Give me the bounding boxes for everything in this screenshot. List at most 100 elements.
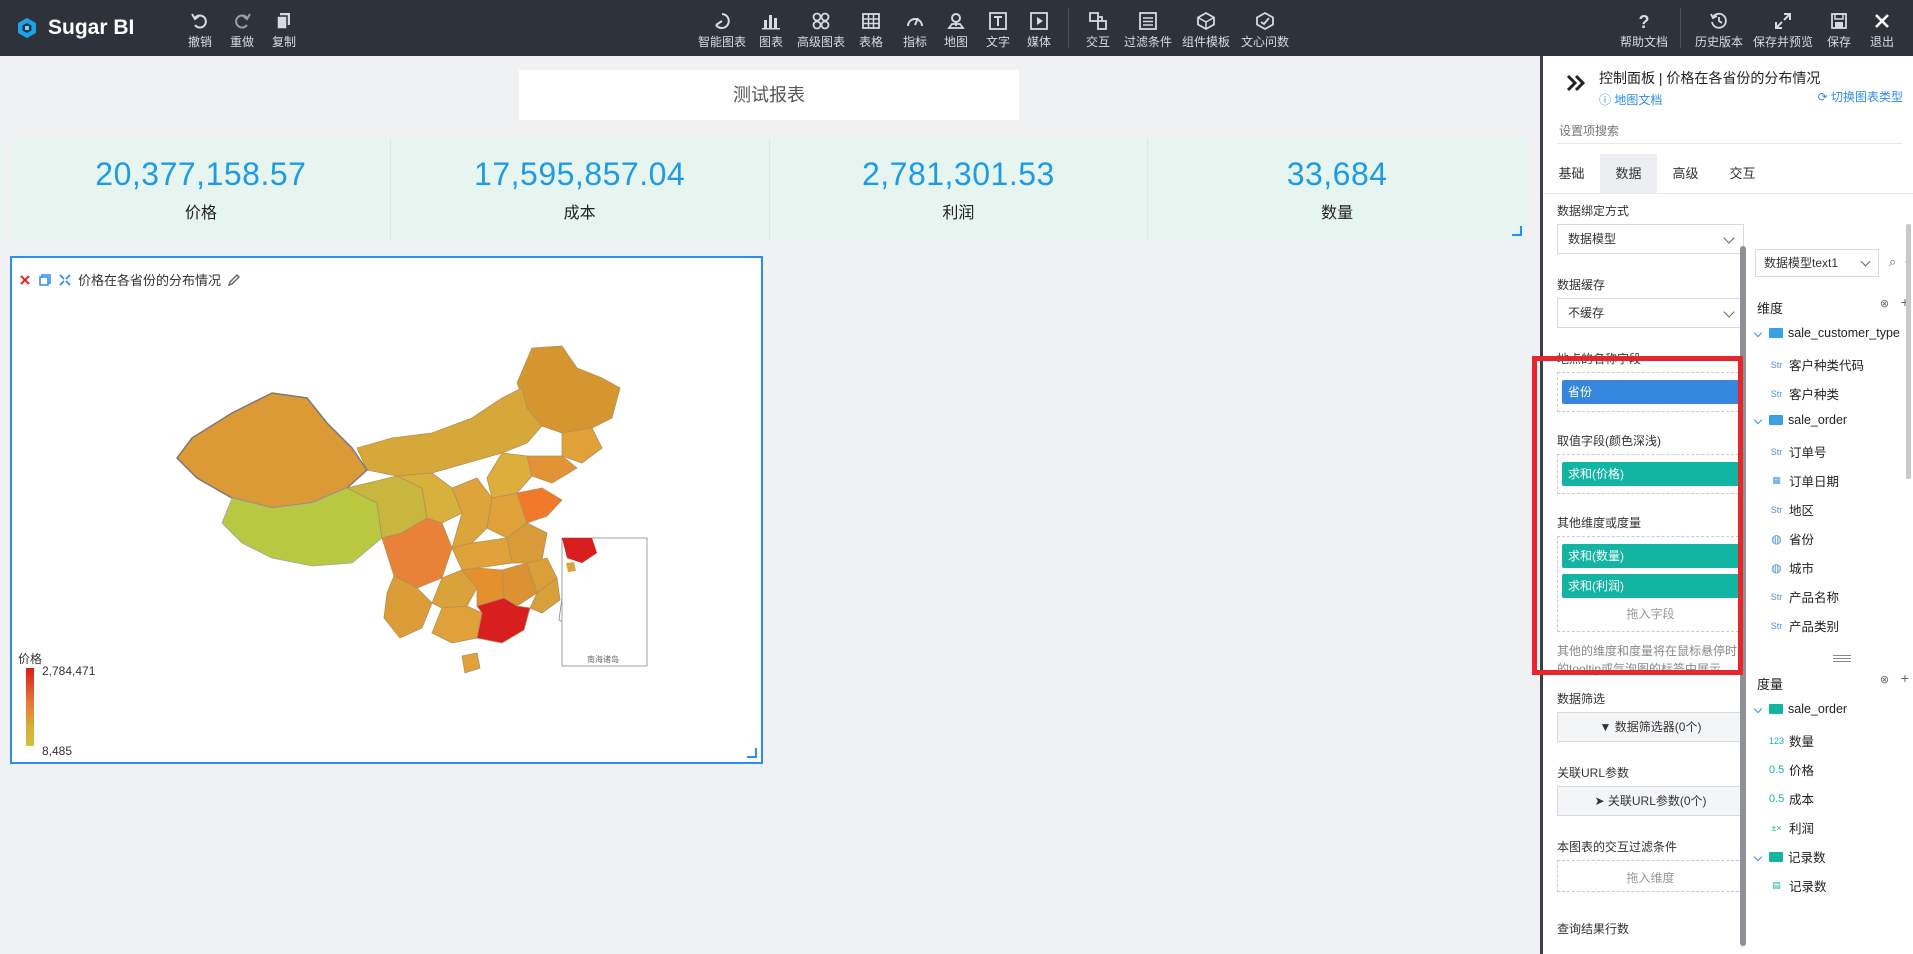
edit-pencil-icon[interactable]: [227, 273, 241, 287]
data-model-select[interactable]: 数据模型text1: [1755, 249, 1879, 277]
report-title[interactable]: 测试报表: [519, 70, 1019, 120]
tab-basic[interactable]: 基础: [1543, 154, 1600, 193]
kpi-quantity[interactable]: 33,684 数量: [1148, 138, 1526, 240]
copy-icon: [276, 13, 290, 30]
card-resize-handle[interactable]: [747, 748, 757, 758]
interaction-icon: [1089, 12, 1107, 30]
sugar-bi-logo-icon: [18, 18, 36, 38]
dimension-field[interactable]: ◍ 省份: [1769, 529, 1814, 548]
kpi-name: 价格: [184, 205, 217, 222]
province-region[interactable]: [176, 392, 368, 509]
string-type-icon: Str: [1770, 446, 1783, 457]
string-type-icon: Str: [1770, 359, 1783, 370]
tab-data[interactable]: 数据: [1600, 154, 1657, 193]
dimension-field[interactable]: Str 产品名称: [1769, 587, 1839, 606]
save-preview-button[interactable]: 保存并预览: [1753, 8, 1813, 50]
dimension-actions: ⊗ +: [1880, 294, 1909, 310]
chevron-down-icon: [1753, 852, 1763, 861]
fullscreen-icon[interactable]: [58, 273, 72, 287]
legend-title: 价格: [18, 652, 43, 666]
globe-icon: ◍: [1771, 560, 1782, 575]
map-chart-card[interactable]: 价格在各省份的分布情况 南海诸岛 价格 2,784,471 8,485: [10, 256, 763, 764]
history-version-button[interactable]: 历史版本: [1695, 8, 1743, 50]
string-type-icon: Str: [1770, 504, 1783, 515]
interaction-filter-label: 本图表的交互过滤条件: [1557, 840, 1678, 854]
component-template-button[interactable]: 组件模板: [1182, 8, 1230, 50]
folder-icon: [1769, 851, 1783, 862]
tree-folder-label: sale_order: [1788, 702, 1848, 716]
kpi-row[interactable]: 20,377,158.57 价格 17,595,857.04 成本 2,781,…: [12, 138, 1526, 240]
kpi-profit[interactable]: 2,781,301.53 利润: [770, 138, 1149, 240]
data-filter-button[interactable]: ▼ 数据筛选器(0个): [1557, 712, 1744, 742]
advanced-chart-button[interactable]: 高级图表: [797, 8, 845, 50]
cache-select[interactable]: 不缓存: [1557, 298, 1744, 328]
dimension-field[interactable]: ▦ 订单日期: [1769, 471, 1839, 490]
exit-button[interactable]: 退出: [1860, 8, 1904, 50]
dimension-field[interactable]: Str 地区: [1769, 500, 1814, 519]
province-region[interactable]: [561, 427, 603, 464]
field-label: 省份: [1789, 533, 1815, 547]
send-icon: ➤: [1594, 794, 1605, 808]
help-doc-button[interactable]: ? 帮助文档: [1620, 8, 1668, 50]
settings-icon[interactable]: ⊗: [1880, 298, 1889, 310]
ai-ask-button[interactable]: 文心问数: [1241, 8, 1289, 50]
smart-chart-button[interactable]: 智能图表: [698, 8, 746, 50]
dimension-field[interactable]: Str 订单号: [1769, 442, 1827, 461]
tab-advanced[interactable]: 高级: [1657, 154, 1714, 193]
add-icon[interactable]: +: [1901, 670, 1909, 686]
china-province-map[interactable]: 南海诸岛: [132, 338, 652, 738]
top-toolbar: Sugar BI 撤销 重做 复制 智能图表 图表 高级图表 表格 指标 地图 …: [0, 0, 1913, 56]
province-region[interactable]: [461, 652, 481, 674]
chart-button[interactable]: 图表: [749, 8, 793, 50]
measure-field[interactable]: 0.5 成本: [1769, 789, 1814, 808]
color-scale-bar[interactable]: [26, 668, 34, 746]
report-canvas: 测试报表 20,377,158.57 价格 17,595,857.04 成本 2…: [0, 56, 1540, 954]
kpi-cost[interactable]: 17,595,857.04 成本: [391, 138, 770, 240]
media-button[interactable]: 媒体: [1017, 8, 1061, 50]
filter-condition-button[interactable]: 过滤条件: [1124, 8, 1172, 50]
chevron-down-icon: [1753, 704, 1763, 714]
search-icon[interactable]: ⌕: [1889, 254, 1896, 270]
tree-folder[interactable]: sale_customer_type: [1753, 326, 1900, 340]
dimension-field[interactable]: Str 客户种类: [1769, 384, 1839, 403]
copy-button[interactable]: 复制: [262, 8, 306, 50]
dimension-field[interactable]: ◍ 城市: [1769, 558, 1814, 577]
text-icon: [989, 12, 1007, 30]
close-icon: [1875, 14, 1889, 28]
measure-field[interactable]: 0.5 价格: [1769, 760, 1814, 779]
result-rows-label: 查询结果行数: [1557, 922, 1630, 936]
url-params-button[interactable]: ➤ 关联URL参数(0个): [1557, 786, 1744, 816]
tree-folder[interactable]: 记录数: [1753, 847, 1826, 866]
collapse-panel-icon[interactable]: [1565, 72, 1587, 94]
integer-type-icon: 123: [1769, 735, 1785, 746]
dimension-field[interactable]: Str 客户种类代码: [1769, 355, 1864, 374]
drop-dimension-hint: 拖入维度: [1626, 871, 1675, 885]
dimension-field[interactable]: Str 产品类别: [1769, 616, 1839, 635]
interaction-filter-dropzone[interactable]: 拖入维度: [1557, 860, 1744, 892]
tree-folder[interactable]: sale_order: [1753, 413, 1847, 427]
measure-field[interactable]: ±× 利润: [1769, 818, 1814, 837]
interaction-button[interactable]: 交互: [1076, 8, 1120, 50]
map-doc-link[interactable]: ⓘ 地图文档: [1599, 91, 1662, 108]
measure-field[interactable]: 123 数量: [1769, 731, 1814, 750]
string-type-icon: Str: [1770, 591, 1783, 602]
province-region[interactable]: [431, 605, 483, 644]
switch-chart-type-link[interactable]: ⟳ 切换图表类型: [1818, 88, 1903, 105]
settings-icon[interactable]: ⊗: [1880, 674, 1889, 686]
kpi-resize-handle[interactable]: [1512, 226, 1522, 236]
settings-search-input[interactable]: [1557, 118, 1902, 144]
tab-interaction[interactable]: 交互: [1714, 154, 1771, 193]
panel-splitter-handle[interactable]: [1833, 655, 1851, 662]
dimensions-heading: 维度: [1757, 301, 1784, 316]
field-label: 客户种类: [1789, 388, 1840, 402]
delete-icon[interactable]: [18, 273, 32, 287]
province-region[interactable]: [476, 597, 531, 644]
kpi-price[interactable]: 20,377,158.57 价格: [12, 138, 391, 240]
binding-select[interactable]: 数据模型: [1557, 224, 1744, 254]
brand: Sugar BI: [16, 12, 134, 44]
province-region[interactable]: [526, 455, 578, 484]
duplicate-icon[interactable]: [38, 273, 52, 287]
measure-field[interactable]: ▤ 记录数: [1769, 876, 1826, 895]
tree-folder[interactable]: sale_order: [1753, 702, 1848, 716]
dimension-scrollbar[interactable]: [1906, 224, 1911, 479]
